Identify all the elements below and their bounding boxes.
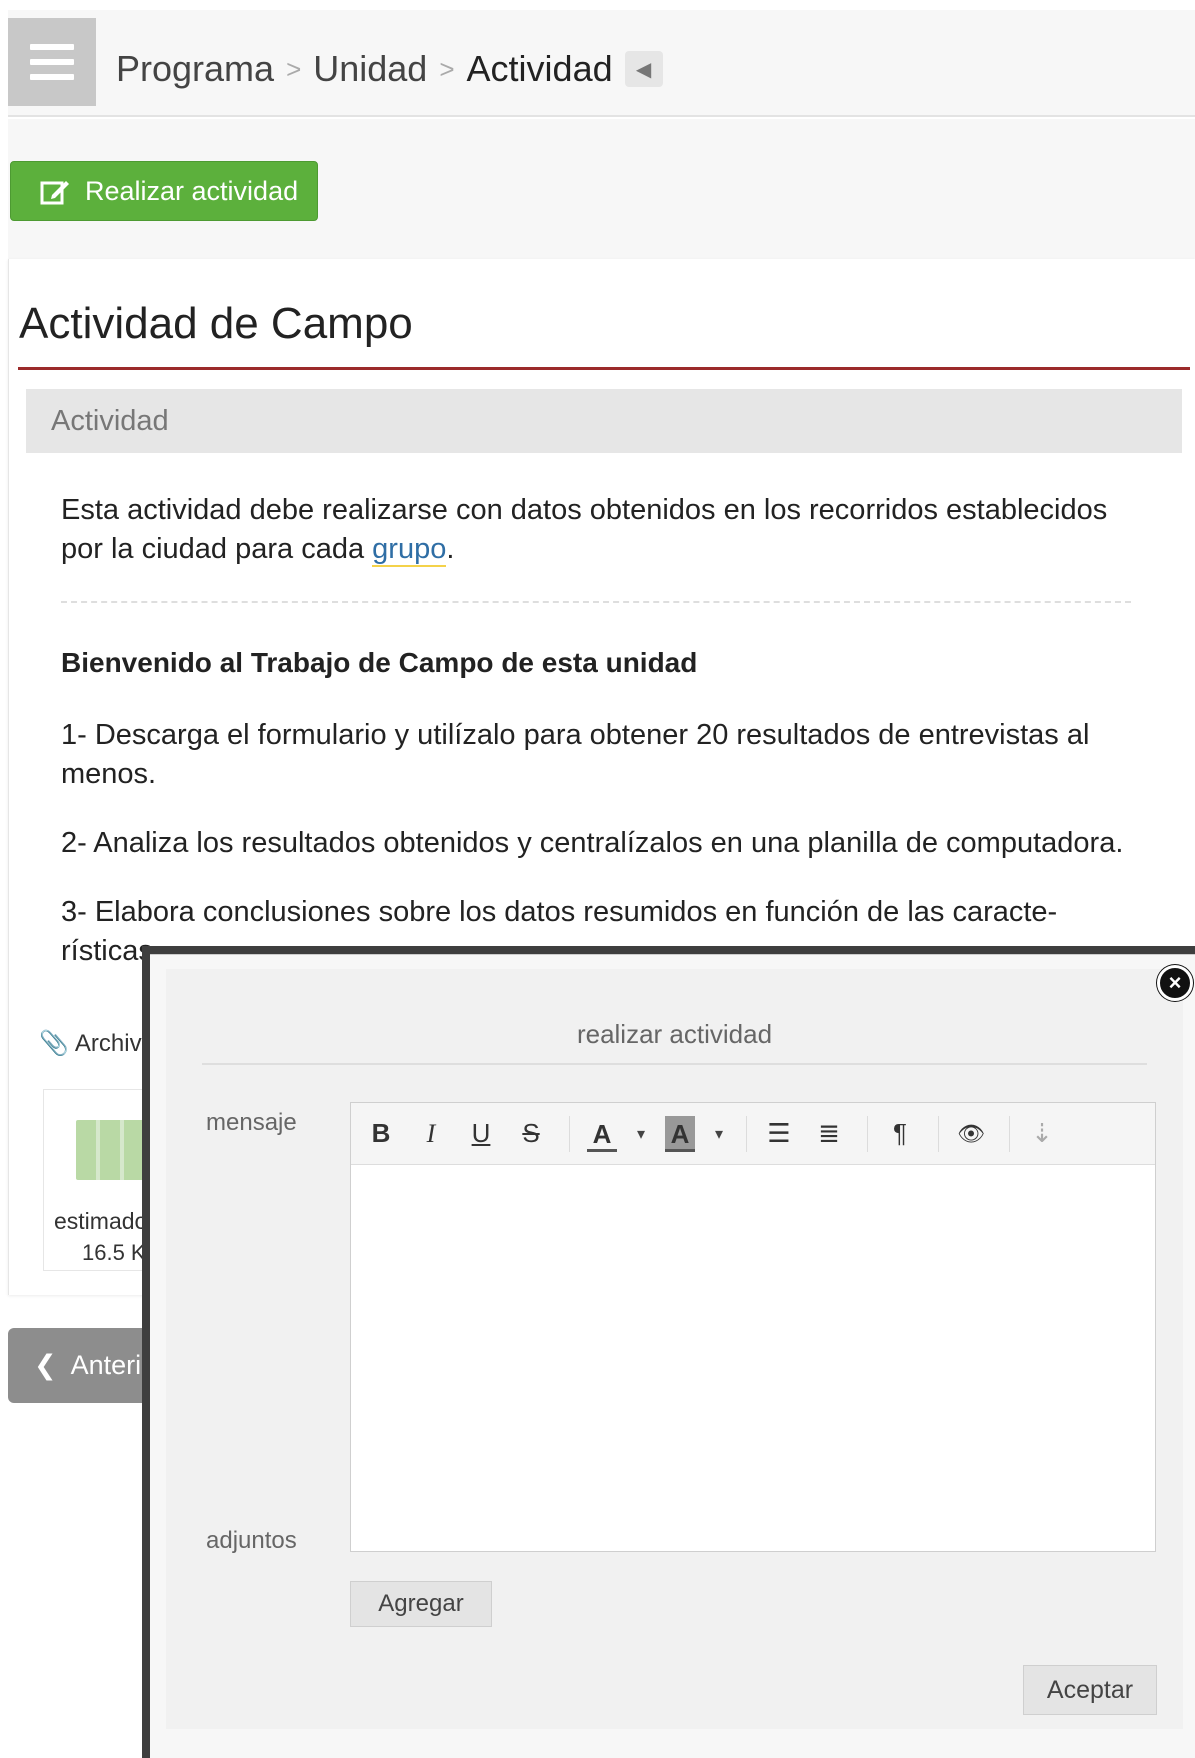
toolbar-separator: [1009, 1115, 1010, 1152]
italic-button[interactable]: I: [409, 1114, 453, 1154]
page-title: Actividad de Campo: [19, 299, 413, 348]
intro-paragraph: Esta actividad debe realizarse con datos…: [61, 491, 1146, 569]
welcome-heading: Bienvenido al Trabajo de Campo de esta u…: [61, 647, 698, 678]
action-band: Realizar actividad: [8, 119, 1195, 259]
aceptar-button[interactable]: Aceptar: [1023, 1665, 1157, 1715]
strikethrough-button[interactable]: S: [509, 1114, 553, 1154]
breadcrumb: Programa > Unidad > Actividad ◀: [116, 48, 663, 90]
breadcrumb-actividad: Actividad: [466, 48, 613, 89]
editor-toolbar: B I U S A ▾ A ▾ ☰ ≣ ¶ 👁 ⇣: [351, 1103, 1155, 1165]
title-divider: [18, 367, 1190, 370]
toolbar-separator: [938, 1115, 939, 1152]
modal-divider: [202, 1063, 1147, 1065]
breadcrumb-programa[interactable]: Programa: [116, 48, 274, 90]
mensaje-label: mensaje: [206, 1109, 297, 1136]
back-arrow-icon[interactable]: ◀: [624, 51, 663, 87]
numbered-list-icon[interactable]: ≣: [807, 1114, 851, 1154]
menu-line: [30, 74, 74, 80]
top-bar: Programa > Unidad > Actividad ◀: [8, 10, 1195, 117]
intro-end: .: [446, 533, 455, 565]
menu-line: [30, 59, 74, 65]
realizar-actividad-modal: realizar actividad mensaje B I U S A ▾ A…: [150, 954, 1195, 1758]
bold-button[interactable]: B: [359, 1114, 403, 1154]
dashed-divider: [61, 601, 1131, 603]
attachments-heading: 📎 Archivo: [39, 1029, 155, 1058]
step-2: 2- Analiza los resultados obtenidos y ce…: [61, 827, 1124, 859]
message-editor: B I U S A ▾ A ▾ ☰ ≣ ¶ 👁 ⇣: [350, 1102, 1156, 1552]
text-color-icon: A: [586, 1116, 618, 1152]
preview-eye-icon[interactable]: 👁: [949, 1114, 993, 1154]
toolbar-separator: [569, 1115, 570, 1152]
modal-body: realizar actividad mensaje B I U S A ▾ A…: [166, 969, 1183, 1729]
paperclip-icon: 📎: [39, 1030, 69, 1057]
bulleted-list-icon[interactable]: ☰: [757, 1114, 801, 1154]
background-color-button[interactable]: A: [658, 1114, 702, 1154]
intro-text: Esta actividad debe realizarse con datos…: [61, 494, 1108, 565]
breadcrumb-unidad[interactable]: Unidad: [313, 48, 427, 90]
grupo-link[interactable]: grupo: [372, 533, 447, 567]
menu-line: [30, 44, 74, 50]
text-color-button[interactable]: A: [580, 1114, 624, 1154]
special-format-icon[interactable]: ¶: [878, 1114, 922, 1154]
hamburger-menu-button[interactable]: [8, 18, 96, 106]
background-color-icon: A: [664, 1115, 696, 1152]
realizar-actividad-label: Realizar actividad: [85, 175, 299, 206]
toolbar-separator: [746, 1115, 747, 1152]
agregar-button[interactable]: Agregar: [350, 1581, 492, 1627]
background-color-dropdown[interactable]: ▾: [708, 1114, 730, 1154]
close-icon[interactable]: ×: [1157, 965, 1193, 1001]
modal-title: realizar actividad: [576, 1019, 773, 1049]
edit-icon: [40, 181, 69, 205]
underline-button[interactable]: U: [459, 1114, 503, 1154]
text-color-dropdown[interactable]: ▾: [630, 1114, 652, 1154]
breadcrumb-separator: >: [439, 53, 455, 84]
message-textarea[interactable]: [351, 1165, 1155, 1552]
toolbar-separator: [867, 1115, 868, 1152]
section-header: Actividad: [26, 389, 1182, 453]
realizar-actividad-button[interactable]: Realizar actividad: [10, 161, 318, 221]
adjuntos-label: adjuntos: [206, 1527, 297, 1554]
chevron-left-icon: ❮: [34, 1350, 57, 1380]
more-options-icon[interactable]: ⇣: [1020, 1114, 1064, 1154]
breadcrumb-separator: >: [286, 53, 302, 84]
step-1: 1- Descarga el formulario y utilízalo pa…: [61, 719, 1090, 790]
activity-content: Esta actividad debe realizarse con datos…: [61, 491, 1146, 1001]
